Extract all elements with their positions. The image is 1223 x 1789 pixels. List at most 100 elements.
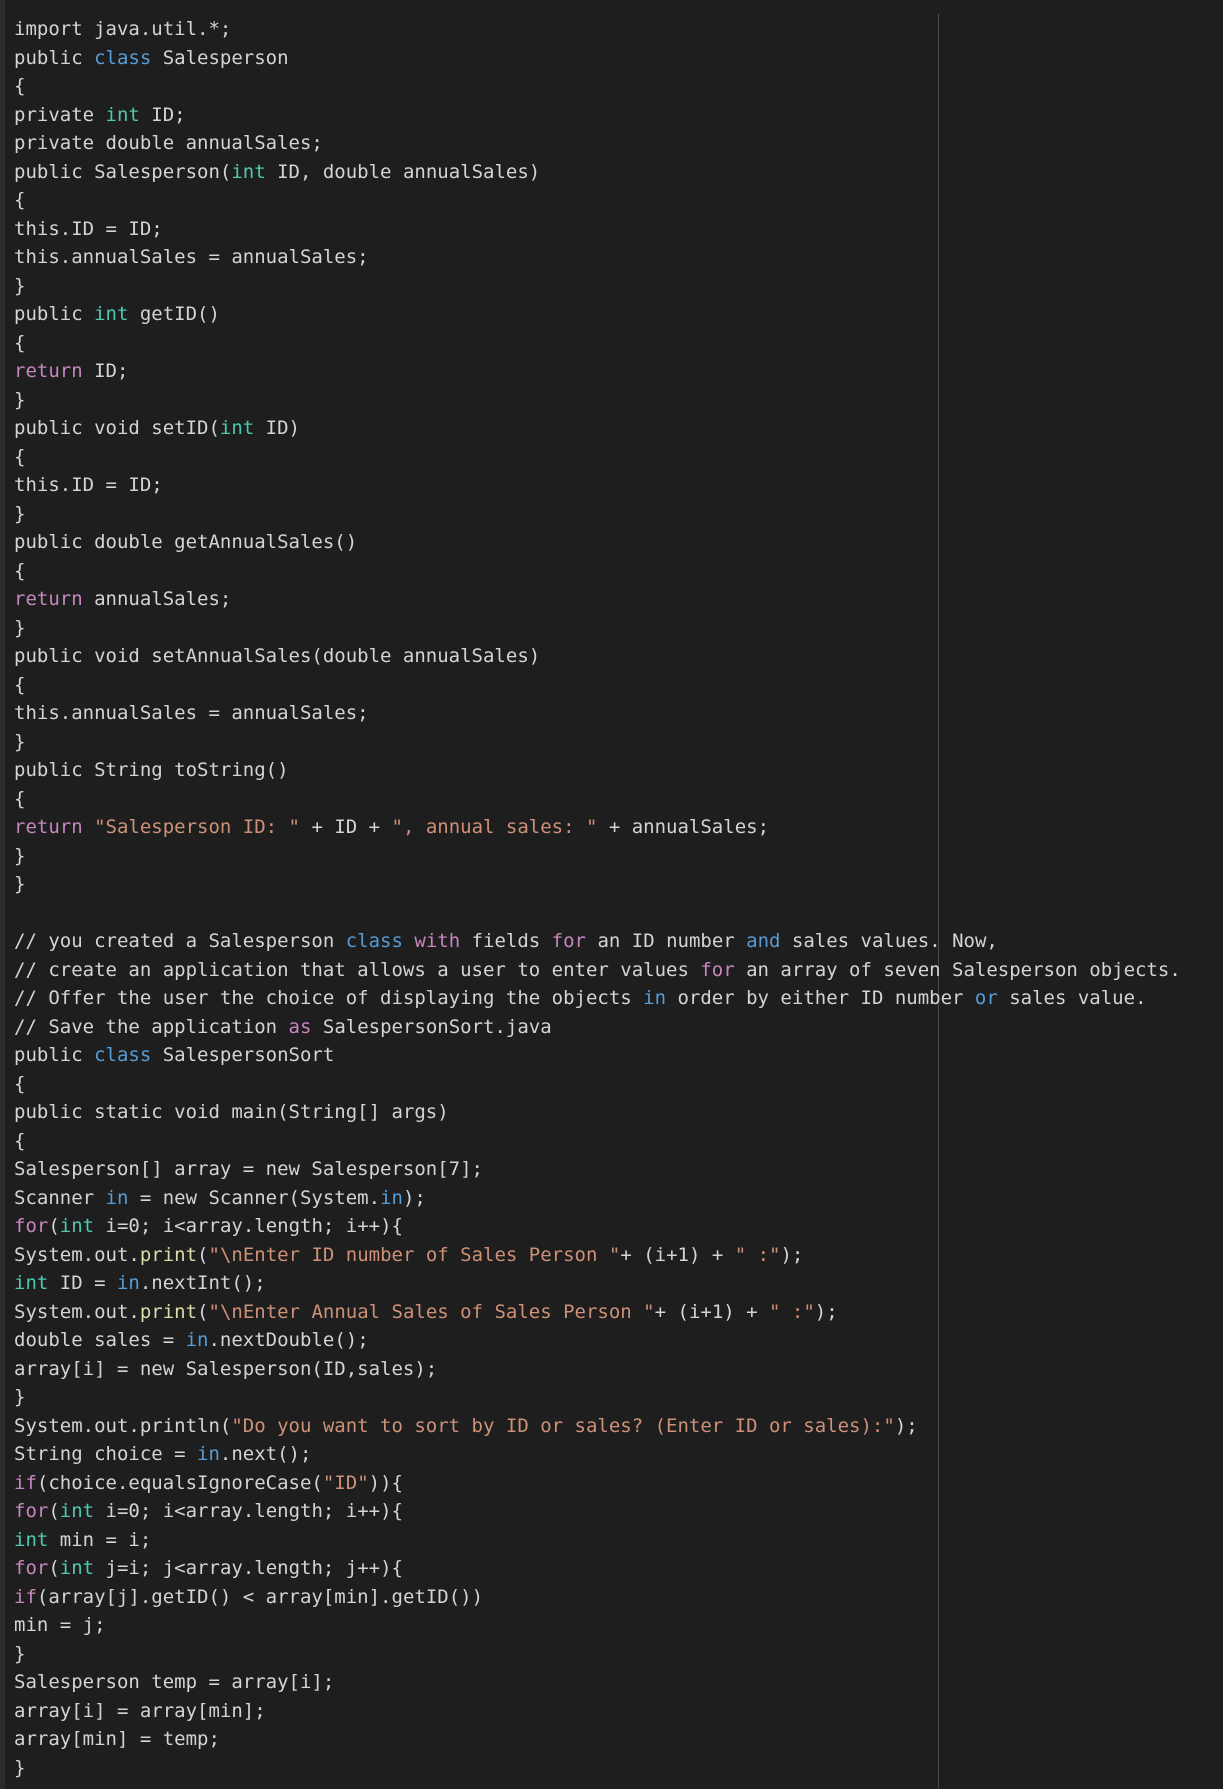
code-token: } (14, 1756, 26, 1779)
code-token: or (974, 987, 998, 1009)
code-line[interactable]: array[i] = array[min]; (14, 1697, 1223, 1726)
code-line[interactable]: System.out.print("\nEnter Annual Sales o… (14, 1298, 1223, 1327)
code-line[interactable]: public void setID(int ID) (14, 414, 1223, 443)
code-area[interactable]: import java.util.*; public class Salesper… (14, 15, 1223, 1782)
code-token: } (14, 616, 26, 639)
code-line[interactable]: } (14, 842, 1223, 871)
code-line[interactable]: array[min] = temp; (14, 1725, 1223, 1754)
code-token: private double annualSales; (14, 132, 323, 154)
code-token: { (14, 1129, 26, 1152)
code-line[interactable]: } (14, 870, 1223, 899)
code-line[interactable]: Salesperson temp = array[i]; (14, 1668, 1223, 1697)
code-line[interactable]: import java.util.*; (14, 15, 1223, 44)
code-token: { (14, 559, 26, 582)
code-line[interactable]: double sales = in.nextDouble(); (14, 1326, 1223, 1355)
code-token: this.annualSales = annualSales; (14, 246, 369, 268)
code-line[interactable]: } (14, 1640, 1223, 1669)
code-token: ID, double annualSales) (265, 160, 541, 183)
code-line[interactable]: return annualSales; (14, 585, 1223, 614)
code-line[interactable]: if(choice.equalsIgnoreCase("ID")){ (14, 1469, 1223, 1498)
code-token: // you created a Salesperson (14, 930, 346, 952)
code-line[interactable]: { (14, 443, 1223, 472)
code-line[interactable]: return ID; (14, 357, 1223, 386)
code-line[interactable]: Salesperson[] array = new Salesperson[7]… (14, 1155, 1223, 1184)
code-line[interactable]: public Salesperson(int ID, double annual… (14, 158, 1223, 187)
code-line[interactable]: } (14, 500, 1223, 529)
code-line[interactable]: // you created a Salesperson class with … (14, 927, 1223, 956)
code-token: // Save the application (14, 1015, 289, 1038)
code-line[interactable]: { (14, 72, 1223, 101)
code-line[interactable]: int min = i; (14, 1526, 1223, 1555)
code-line[interactable]: public double getAnnualSales() (14, 528, 1223, 557)
code-line[interactable]: if(array[j].getID() < array[min].getID()… (14, 1583, 1223, 1612)
code-token: array[i] = array[min]; (14, 1699, 266, 1722)
code-token: System.out. (14, 1300, 140, 1323)
code-line[interactable]: private double annualSales; (14, 129, 1223, 158)
code-line[interactable]: // create an application that allows a u… (14, 956, 1223, 985)
code-line[interactable]: System.out.println("Do you want to sort … (14, 1412, 1223, 1441)
code-token: String choice = (14, 1443, 198, 1465)
code-token: System.out. (14, 1243, 140, 1266)
code-token: + (i+1) + (654, 1300, 770, 1323)
code-line[interactable]: { (14, 557, 1223, 586)
code-line[interactable]: this.ID = ID; (14, 215, 1223, 244)
code-line[interactable]: } (14, 1383, 1223, 1412)
code-line[interactable]: { (14, 186, 1223, 215)
code-line[interactable]: { (14, 671, 1223, 700)
code-line[interactable]: private int ID; (14, 101, 1223, 130)
code-line[interactable]: min = j; (14, 1611, 1223, 1640)
code-line[interactable] (14, 899, 1223, 928)
code-token: class (345, 930, 403, 952)
code-line[interactable]: public class Salesperson (14, 44, 1223, 73)
code-line[interactable]: public String toString() (14, 756, 1223, 785)
code-line[interactable]: } (14, 614, 1223, 643)
code-token: ( (48, 1215, 60, 1237)
code-line[interactable]: public class SalespersonSort (14, 1041, 1223, 1070)
code-token: in (197, 1443, 220, 1465)
code-token: ID; (139, 103, 186, 126)
code-line[interactable]: for(int j=i; j<array.length; j++){ (14, 1554, 1223, 1583)
code-line[interactable]: } (14, 386, 1223, 415)
code-line[interactable]: // Offer the user the choice of displayi… (14, 984, 1223, 1013)
code-line[interactable]: } (14, 728, 1223, 757)
code-token: for (14, 1557, 49, 1579)
code-token: ); (814, 1300, 838, 1323)
code-token: SalespersonSort.java (311, 1015, 552, 1038)
code-token: class (94, 46, 152, 69)
code-line[interactable]: System.out.print("\nEnter ID number of S… (14, 1241, 1223, 1270)
code-line[interactable]: String choice = in.next(); (14, 1440, 1223, 1469)
code-token: " :" (769, 1300, 815, 1323)
code-line[interactable]: { (14, 1127, 1223, 1156)
code-line[interactable]: this.annualSales = annualSales; (14, 243, 1223, 272)
code-line[interactable]: { (14, 329, 1223, 358)
code-token: .nextInt(); (139, 1272, 266, 1294)
code-line[interactable]: Scanner in = new Scanner(System.in); (14, 1184, 1223, 1213)
code-token: import java.util.*; (14, 18, 232, 40)
code-token: getID() (128, 303, 220, 325)
code-line[interactable]: this.annualSales = annualSales; (14, 699, 1223, 728)
code-line[interactable]: } (14, 1754, 1223, 1783)
code-token: ( (197, 1300, 209, 1323)
code-line[interactable]: array[i] = new Salesperson(ID,sales); (14, 1355, 1223, 1384)
code-line[interactable]: for(int i=0; i<array.length; i++){ (14, 1212, 1223, 1241)
code-line[interactable]: // Save the application as SalespersonSo… (14, 1013, 1223, 1042)
code-token: ID; (82, 360, 129, 382)
code-line[interactable]: public int getID() (14, 300, 1223, 329)
code-token: = new Scanner(System. (128, 1186, 381, 1209)
code-line[interactable]: public void setAnnualSales(double annual… (14, 642, 1223, 671)
code-line[interactable]: public static void main(String[] args) (14, 1098, 1223, 1127)
code-token: } (14, 730, 26, 753)
code-editor[interactable]: import java.util.*; public class Salesper… (0, 0, 1223, 1789)
code-line[interactable]: int ID = in.nextInt(); (14, 1269, 1223, 1298)
code-line[interactable]: for(int i=0; i<array.length; i++){ (14, 1497, 1223, 1526)
code-line[interactable]: this.ID = ID; (14, 471, 1223, 500)
code-token: "Do you want to sort by ID or sales? (En… (231, 1414, 895, 1437)
code-token: ); (894, 1414, 918, 1437)
code-line[interactable]: { (14, 1070, 1223, 1099)
code-token: min = j; (14, 1614, 106, 1636)
code-token: public (14, 46, 95, 69)
code-line[interactable]: { (14, 785, 1223, 814)
code-line[interactable]: } (14, 272, 1223, 301)
code-line[interactable]: return "Salesperson ID: " + ID + ", annu… (14, 813, 1223, 842)
